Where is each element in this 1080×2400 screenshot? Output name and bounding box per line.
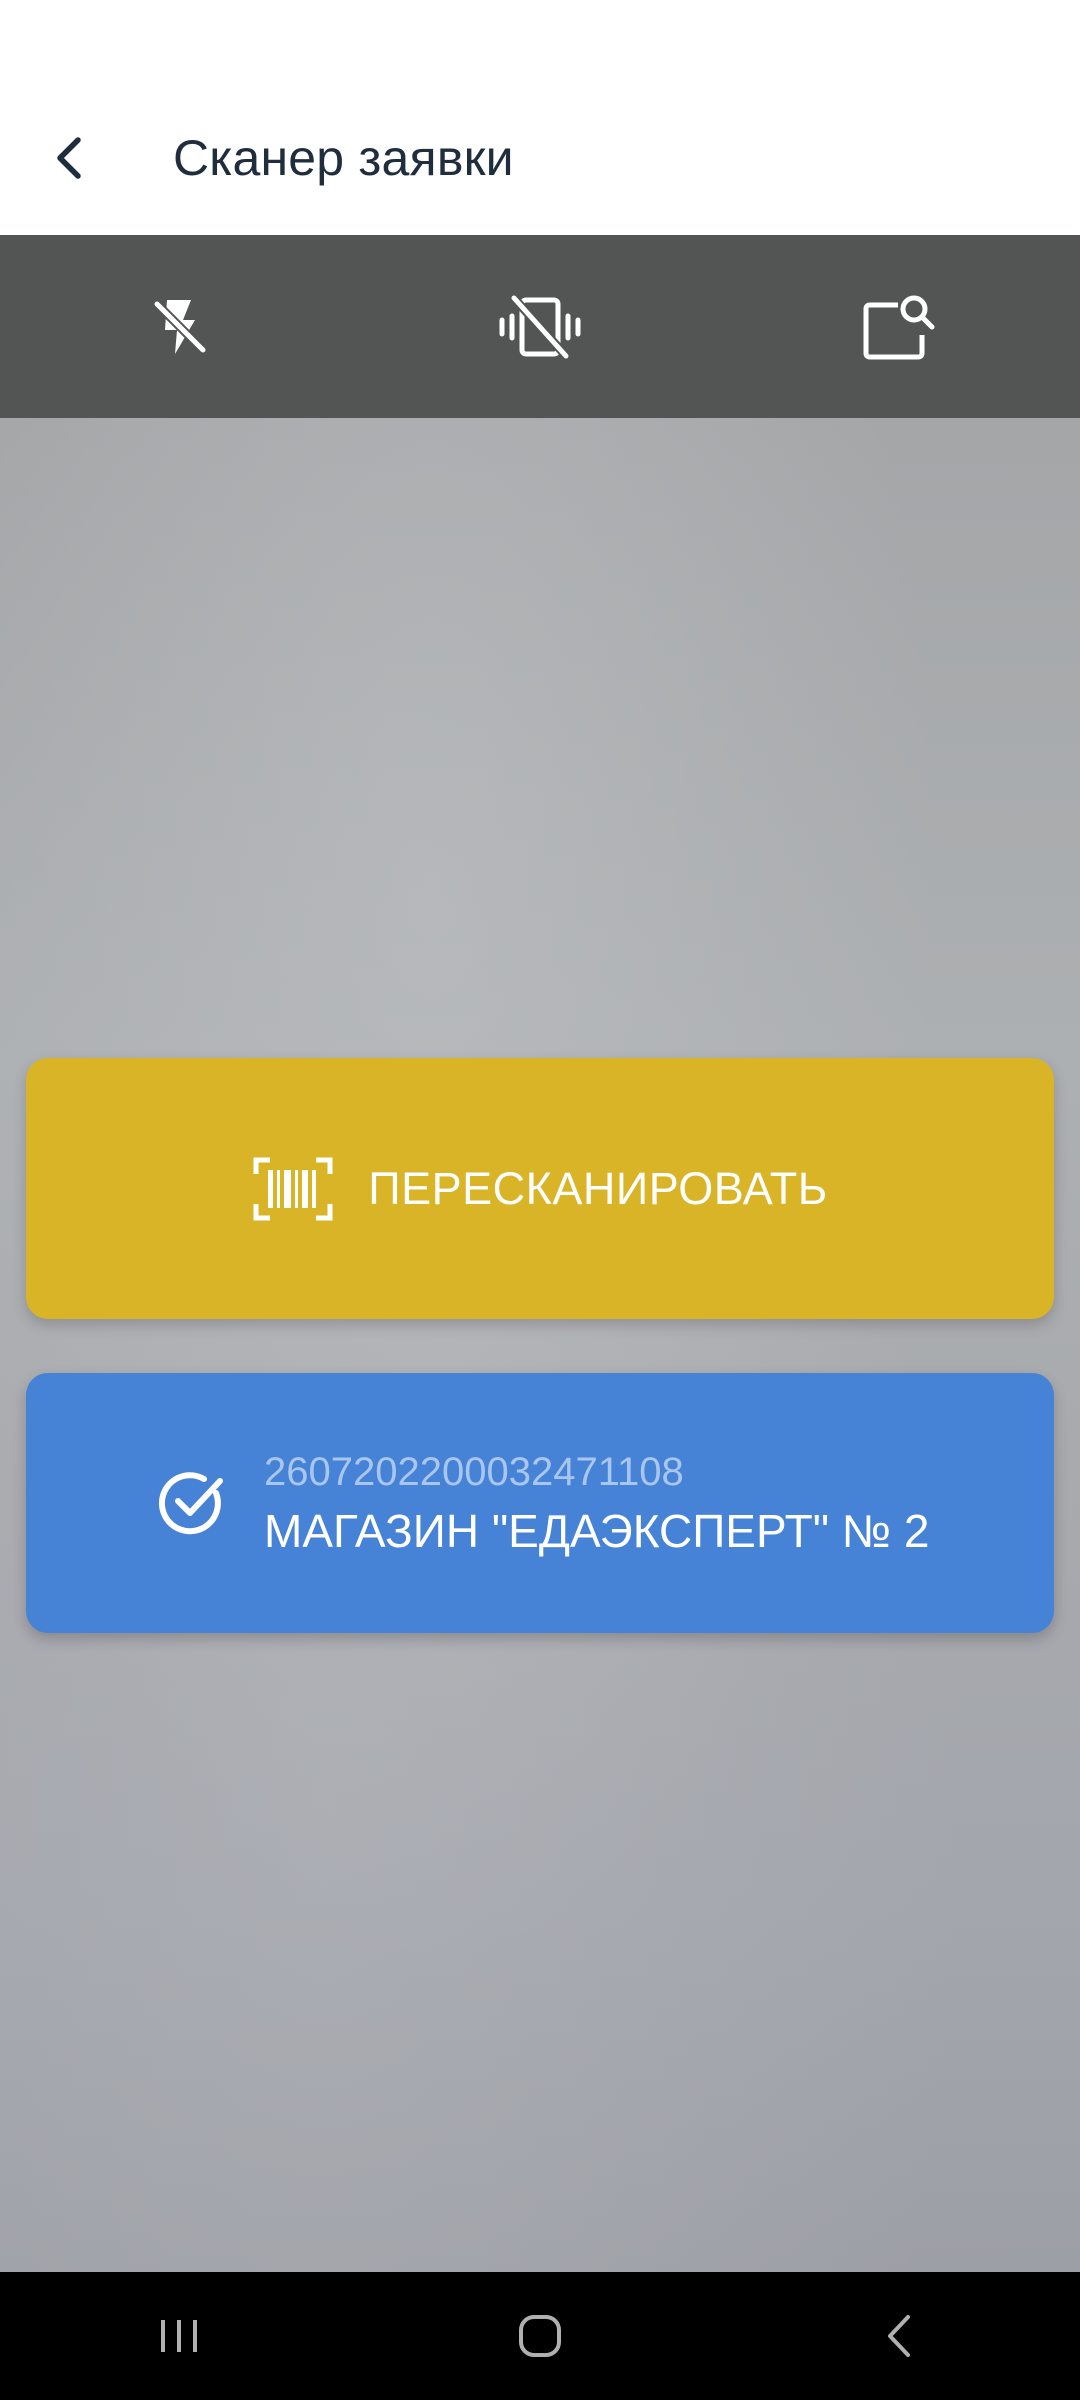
home-button[interactable]: [450, 2286, 630, 2386]
chevron-left-icon: [57, 136, 81, 179]
app-bar: Сканер заявки: [0, 80, 1080, 235]
flash-off-icon: [151, 298, 207, 354]
system-navigation-bar: [0, 2272, 1080, 2400]
flash-toggle-button[interactable]: [0, 235, 360, 418]
manual-search-icon: [863, 295, 935, 359]
result-code: 2607202200032471108: [264, 1450, 684, 1494]
back-button[interactable]: [30, 118, 110, 198]
page-title: Сканер заявки: [173, 129, 514, 186]
manual-search-button[interactable]: [720, 235, 1080, 418]
barcode-scan-icon: [253, 1157, 333, 1220]
status-bar: [0, 0, 1080, 80]
scanner-toolbar: [0, 235, 1080, 418]
back-icon: [888, 2315, 910, 2357]
home-icon: [519, 2315, 561, 2357]
rescan-label: ПЕРЕСКАНИРОВАТЬ: [368, 1162, 828, 1214]
check-circle-icon: [158, 1472, 223, 1535]
scanner-screen: Сканер заявки ПЕРЕСКАНИРОВАТЬ 2607202200…: [0, 0, 1080, 2400]
system-back-button[interactable]: [810, 2286, 990, 2386]
rescan-button[interactable]: ПЕРЕСКАНИРОВАТЬ: [26, 1058, 1054, 1319]
recent-apps-icon: [161, 2320, 197, 2352]
recent-apps-button[interactable]: [90, 2286, 270, 2386]
vibration-toggle-button[interactable]: [360, 235, 720, 418]
vibration-off-icon: [499, 292, 581, 361]
camera-preview: [0, 418, 1080, 2272]
scan-result-card[interactable]: 2607202200032471108 МАГАЗИН "ЕДАЭКСПЕРТ"…: [26, 1373, 1054, 1633]
result-name: МАГАЗИН "ЕДАЭКСПЕРТ" № 2: [264, 1505, 930, 1557]
